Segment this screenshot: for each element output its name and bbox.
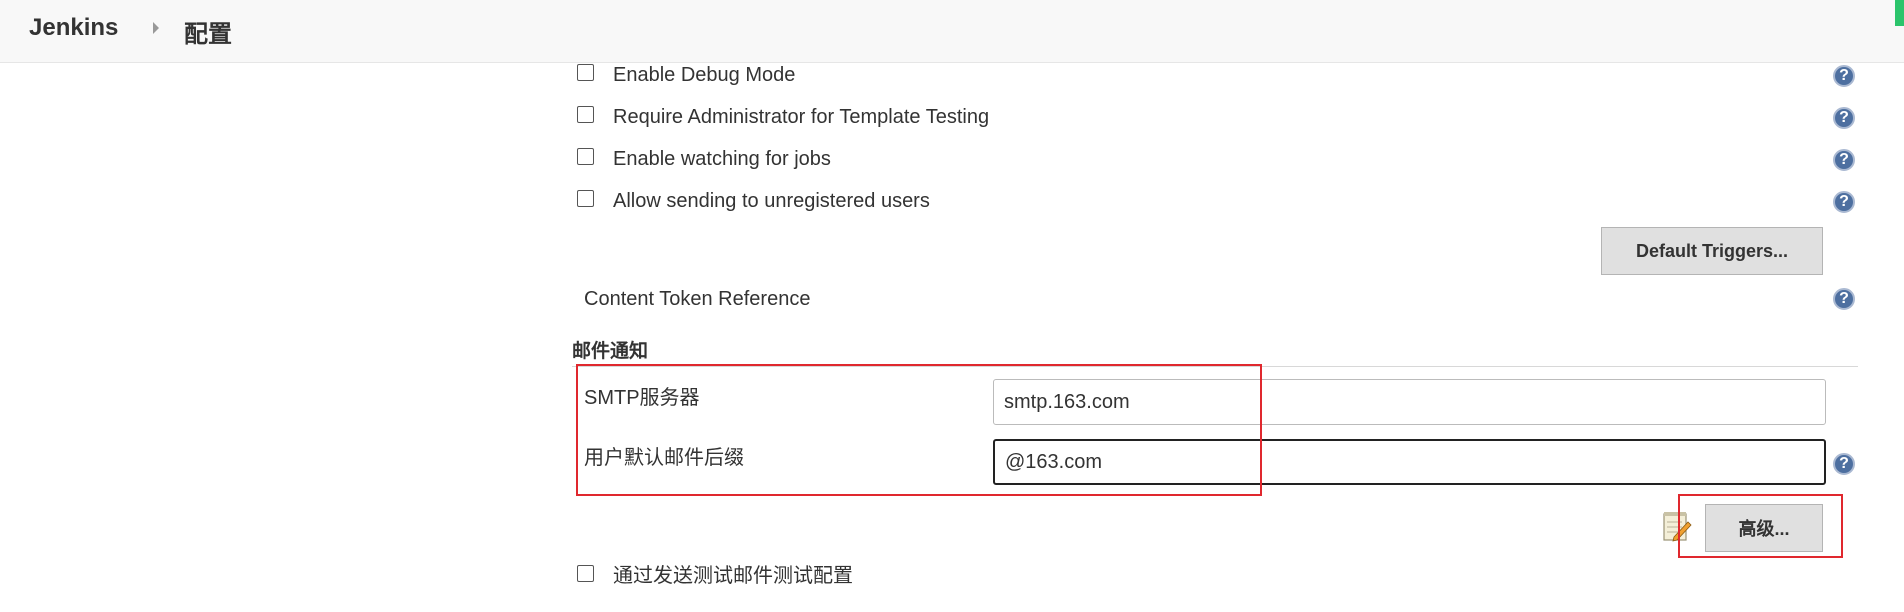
test-config-label: 通过发送测试邮件测试配置 <box>613 565 853 587</box>
help-icon-require-admin[interactable]: ? <box>1833 107 1855 129</box>
mail-notification-section-title: 邮件通知 <box>572 341 649 362</box>
help-icon-default-suffix[interactable]: ? <box>1833 453 1855 475</box>
test-config-checkbox[interactable] <box>577 565 594 582</box>
breadcrumb-current[interactable]: 配置 <box>184 14 232 49</box>
breadcrumb-separator-icon <box>153 22 159 34</box>
default-triggers-button[interactable]: Default Triggers... <box>1601 227 1823 275</box>
help-icon-debug-mode[interactable]: ? <box>1833 65 1855 87</box>
help-icon-allow-unregistered[interactable]: ? <box>1833 191 1855 213</box>
highlight-box-mail-fields <box>576 364 1262 496</box>
debug-mode-checkbox[interactable] <box>577 64 594 81</box>
debug-mode-label: Enable Debug Mode <box>613 64 796 86</box>
enable-watching-checkbox[interactable] <box>577 148 594 165</box>
help-icon-enable-watching[interactable]: ? <box>1833 149 1855 171</box>
require-admin-label: Require Administrator for Template Testi… <box>613 106 990 128</box>
jenkins-home-link[interactable]: Jenkins <box>29 14 118 42</box>
scrollbar-indicator <box>1895 0 1904 26</box>
content-token-reference-label: Content Token Reference <box>584 288 811 310</box>
allow-unregistered-label: Allow sending to unregistered users <box>613 190 930 212</box>
require-admin-checkbox[interactable] <box>577 106 594 123</box>
help-icon-content-token[interactable]: ? <box>1833 288 1855 310</box>
allow-unregistered-checkbox[interactable] <box>577 190 594 207</box>
enable-watching-label: Enable watching for jobs <box>613 148 831 170</box>
top-header: Jenkins 配置 <box>0 0 1904 63</box>
highlight-box-advanced <box>1678 494 1843 558</box>
